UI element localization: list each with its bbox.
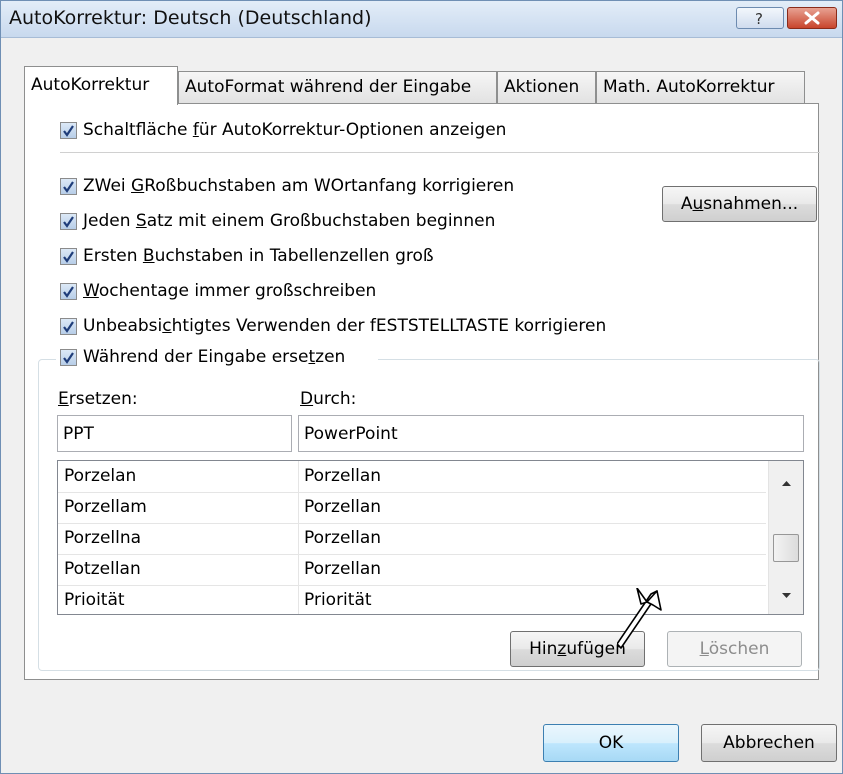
option-show-autocorrect-button[interactable]: Schaltfläche für AutoKorrektur-Optionen …	[60, 120, 506, 140]
list-item[interactable]: Potzellan Porzellan	[58, 554, 766, 586]
list-item-replace: Porzellam	[64, 497, 147, 517]
checkbox[interactable]	[60, 121, 77, 139]
option-two-initial-capitals[interactable]: ZWei GRoßbuchstaben am WOrtanfang korrig…	[60, 176, 514, 196]
option-label: Während der Eingabe ersetzen	[83, 347, 346, 367]
tab-autokorrektur[interactable]: AutoKorrektur	[24, 66, 178, 105]
checkbox[interactable]	[60, 177, 77, 195]
list-item-replace: Porzelan	[64, 466, 137, 486]
dialog-title: AutoKorrektur: Deutsch (Deutschland)	[9, 7, 372, 29]
with-label: Durch:	[300, 389, 357, 409]
option-capitalize-table-cells[interactable]: Ersten Buchstaben in Tabellenzellen groß	[60, 246, 434, 266]
checkbox[interactable]	[60, 317, 77, 335]
tab-label: AutoKorrektur	[31, 75, 150, 95]
list-item-replace: Porzellna	[64, 528, 142, 548]
help-button[interactable]: ?	[736, 7, 784, 29]
option-label: Jeden Satz mit einem Großbuchstaben begi…	[83, 211, 496, 231]
ok-button[interactable]: OK	[543, 724, 679, 762]
list-item-replace: Potzellan	[64, 559, 141, 579]
list-item[interactable]: Porzellam Porzellan	[58, 492, 766, 524]
close-icon	[804, 11, 820, 25]
svg-text:?: ?	[755, 10, 763, 28]
list-item-with: Porzellan	[304, 497, 382, 517]
checkbox[interactable]	[60, 348, 77, 366]
option-capitalize-weekdays[interactable]: Wochentage immer großschreiben	[60, 281, 376, 301]
mouse-pointer-icon	[617, 588, 662, 649]
tab-aktionen[interactable]: Aktionen	[497, 71, 596, 103]
title-bar: AutoKorrektur: Deutsch (Deutschland) ?	[1, 1, 842, 38]
cancel-button[interactable]: Abbrechen	[701, 724, 837, 762]
checkbox[interactable]	[60, 212, 77, 230]
replace-label: Ersetzen:	[58, 389, 138, 409]
option-correct-capslock[interactable]: Unbeabsichtigtes Verwenden der fESTSTELL…	[60, 316, 606, 336]
option-replace-while-typing[interactable]: Während der Eingabe ersetzen	[60, 347, 345, 367]
vertical-scrollbar[interactable]	[768, 461, 804, 614]
with-input[interactable]: PowerPoint	[298, 415, 804, 452]
list-item-replace: Prioität	[64, 590, 125, 610]
list-item[interactable]: Porzellna Porzellan	[58, 523, 766, 555]
option-label: Schaltfläche für AutoKorrektur-Optionen …	[83, 120, 507, 140]
option-label: Ersten Buchstaben in Tabellenzellen groß	[83, 246, 434, 266]
delete-button[interactable]: Löschen	[667, 631, 802, 667]
tab-autoformat[interactable]: AutoFormat während der Eingabe	[178, 71, 497, 103]
option-label: Unbeabsichtigtes Verwenden der fESTSTELL…	[83, 316, 607, 336]
list-item[interactable]: Porzelan Porzellan	[58, 461, 766, 493]
exceptions-button[interactable]: Ausnahmen...	[662, 186, 817, 222]
list-item-with: Porzellan	[304, 528, 382, 548]
help-icon: ?	[755, 10, 763, 28]
replace-input[interactable]: PPT	[57, 415, 292, 452]
scroll-down-icon[interactable]	[769, 581, 804, 611]
scroll-up-icon[interactable]	[769, 467, 804, 497]
option-label: ZWei GRoßbuchstaben am WOrtanfang korrig…	[83, 176, 515, 196]
tab-math-autokorrektur[interactable]: Math. AutoKorrektur	[596, 71, 805, 103]
tab-label: AutoFormat während der Eingabe	[185, 77, 472, 97]
tab-label: Math. AutoKorrektur	[603, 77, 775, 97]
option-capitalize-sentences[interactable]: Jeden Satz mit einem Großbuchstaben begi…	[60, 211, 495, 231]
option-label: Wochentage immer großschreiben	[83, 281, 377, 301]
close-button[interactable]	[787, 7, 837, 29]
separator	[60, 152, 820, 153]
list-item-with: Porzellan	[304, 466, 382, 486]
checkbox[interactable]	[60, 282, 77, 300]
list-item-with: Priorität	[304, 590, 372, 610]
replacement-list[interactable]: Porzelan Porzellan Porzellam Porzellan P…	[57, 460, 804, 615]
scroll-thumb[interactable]	[773, 534, 799, 562]
checkbox[interactable]	[60, 247, 77, 265]
list-item-with: Porzellan	[304, 559, 382, 579]
tab-label: Aktionen	[504, 77, 580, 97]
